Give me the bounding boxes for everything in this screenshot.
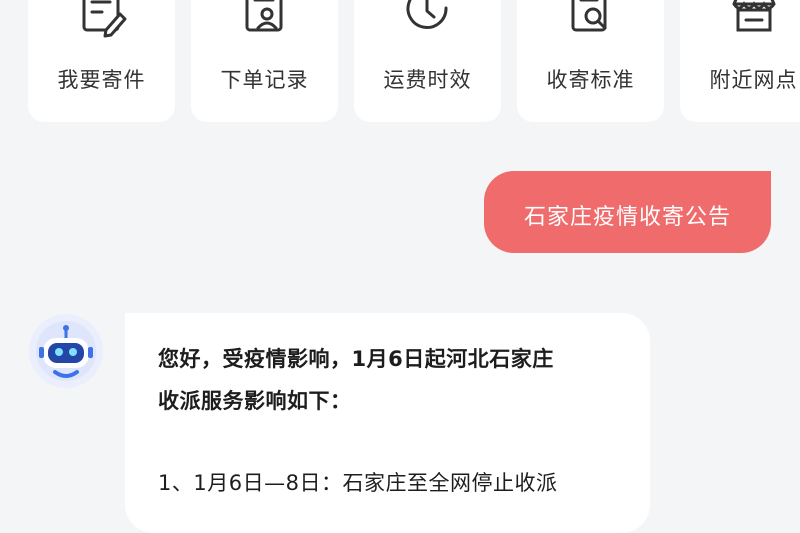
order-record-icon — [237, 0, 293, 44]
robot-icon — [36, 321, 96, 381]
shortcut-shipping-time[interactable]: 运费时效 — [354, 0, 501, 122]
bot-avatar — [29, 314, 103, 388]
shortcut-label: 收寄标准 — [546, 68, 635, 92]
shortcut-send-package[interactable]: 我要寄件 — [28, 0, 175, 122]
store-icon — [726, 0, 782, 44]
document-search-icon — [563, 0, 619, 44]
bot-message-bubble: 您好，受疫情影响，1月6日起河北石家庄 收派服务影响如下： 1、1月6日—8日：… — [125, 313, 650, 533]
document-edit-icon — [74, 0, 130, 44]
user-message-text: 石家庄疫情收寄公告 — [523, 205, 731, 230]
shortcut-label: 运费时效 — [383, 68, 472, 92]
shortcut-row: 我要寄件 下单记录 运费时效 收寄标准 附近网点 — [28, 0, 800, 122]
clock-refresh-icon — [400, 0, 456, 44]
shortcut-order-records[interactable]: 下单记录 — [191, 0, 338, 122]
shortcut-label: 我要寄件 — [57, 68, 146, 92]
bot-message-line: 您好，受疫情影响，1月6日起河北石家庄 — [158, 347, 554, 371]
user-message-bubble[interactable]: 石家庄疫情收寄公告 — [484, 171, 771, 253]
bot-message-line: 收派服务影响如下： — [158, 389, 352, 413]
shortcut-shipping-standards[interactable]: 收寄标准 — [517, 0, 664, 122]
shortcut-nearby-outlets[interactable]: 附近网点 — [680, 0, 800, 122]
shortcut-label: 下单记录 — [220, 68, 309, 92]
bot-message-line: 1、1月6日—8日：石家庄至全网停止收派 — [158, 471, 558, 495]
shortcut-label: 附近网点 — [709, 68, 798, 92]
